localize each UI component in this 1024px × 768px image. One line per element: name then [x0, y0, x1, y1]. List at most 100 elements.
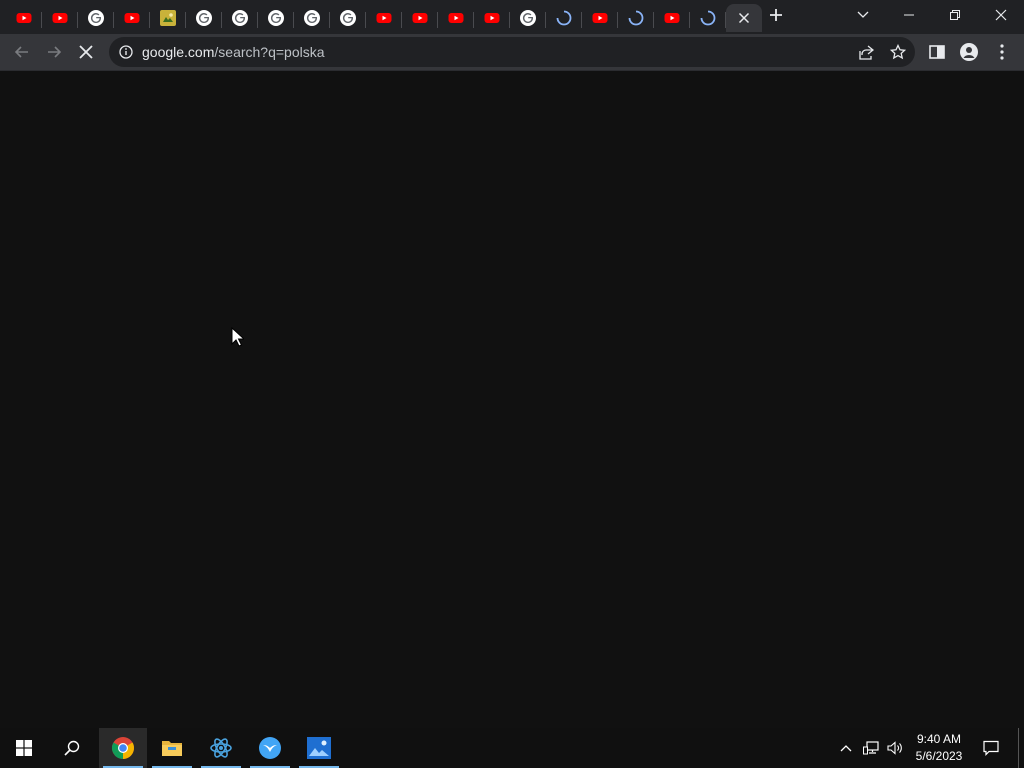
browser-tab[interactable]	[78, 4, 114, 32]
browser-tab[interactable]	[510, 4, 546, 32]
search-icon	[64, 740, 80, 756]
browser-tab[interactable]	[474, 4, 510, 32]
taskbar-app-file-explorer[interactable]	[148, 728, 196, 768]
profile-button[interactable]	[955, 38, 983, 66]
taskbar-app-bird-app[interactable]	[246, 728, 294, 768]
loading-spinner-icon	[700, 10, 716, 26]
youtube-icon	[16, 10, 32, 26]
mouse-cursor-icon	[231, 327, 244, 347]
google-icon	[304, 10, 320, 26]
address-bar[interactable]: google.com/search?q=polska	[109, 37, 915, 67]
share-icon[interactable]	[858, 45, 874, 60]
browser-tab[interactable]	[294, 4, 330, 32]
close-window-button[interactable]	[978, 0, 1024, 30]
browser-tab[interactable]	[186, 4, 222, 32]
loading-spinner-icon	[628, 10, 644, 26]
browser-tab[interactable]	[618, 4, 654, 32]
new-tab-button[interactable]	[756, 0, 796, 30]
browser-tab[interactable]	[258, 4, 294, 32]
tab-search-button[interactable]	[840, 0, 886, 30]
network-button[interactable]	[860, 728, 882, 768]
close-icon	[995, 9, 1007, 21]
browser-tab[interactable]	[546, 4, 582, 32]
restore-icon	[950, 10, 960, 20]
restore-button[interactable]	[932, 0, 978, 30]
electron-app-icon	[209, 736, 233, 760]
side-panel-icon	[929, 45, 945, 59]
close-icon[interactable]	[738, 12, 750, 24]
photos-icon	[307, 737, 331, 759]
browser-tab[interactable]	[402, 4, 438, 32]
speaker-icon	[887, 741, 902, 755]
youtube-icon	[448, 10, 464, 26]
avatar-icon	[960, 43, 978, 61]
browser-tab[interactable]	[366, 4, 402, 32]
browser-tab[interactable]	[42, 4, 78, 32]
browser-tab[interactable]	[438, 4, 474, 32]
bookmark-star-icon[interactable]	[890, 44, 906, 60]
close-icon	[79, 45, 93, 59]
browser-tab[interactable]	[114, 4, 150, 32]
side-panel-button[interactable]	[923, 38, 951, 66]
network-icon	[863, 741, 879, 755]
more-vert-icon	[1000, 44, 1004, 60]
google-icon	[196, 10, 212, 26]
chrome-icon	[111, 736, 135, 760]
chevron-down-icon	[857, 11, 869, 18]
chevron-up-icon	[840, 745, 852, 752]
youtube-icon	[412, 10, 428, 26]
forward-button[interactable]	[40, 38, 68, 66]
system-clock[interactable]: 9:40 AM 5/6/2023	[905, 731, 973, 767]
arrow-right-icon	[48, 46, 62, 58]
browser-tab[interactable]	[6, 4, 42, 32]
browser-tab[interactable]	[330, 4, 366, 32]
url-host: google.com	[142, 44, 215, 60]
minimize-icon	[904, 14, 914, 16]
arrow-left-icon	[14, 46, 28, 58]
info-icon	[119, 45, 133, 59]
taskbar-app-photos[interactable]	[295, 728, 343, 768]
loading-spinner-icon	[556, 10, 572, 26]
file-explorer-icon	[161, 738, 183, 758]
notification-icon	[983, 740, 999, 756]
clock-date: 5/6/2023	[915, 749, 963, 763]
browser-tab[interactable]	[150, 4, 186, 32]
taskbar-app-electron-app[interactable]	[197, 728, 245, 768]
browser-tab[interactable]	[222, 4, 258, 32]
image-favicon-icon	[160, 10, 176, 26]
plus-icon	[770, 9, 782, 21]
youtube-icon	[592, 10, 608, 26]
taskbar: 9:40 AM 5/6/2023	[0, 728, 1024, 768]
stop-loading-button[interactable]	[72, 38, 100, 66]
youtube-icon	[664, 10, 680, 26]
url-path: /search?q=polska	[214, 44, 325, 60]
page-content	[0, 71, 1024, 728]
youtube-icon	[52, 10, 68, 26]
google-icon	[88, 10, 104, 26]
show-hidden-icons-button[interactable]	[836, 728, 856, 768]
volume-button[interactable]	[884, 728, 906, 768]
google-icon	[232, 10, 248, 26]
menu-button[interactable]	[988, 38, 1016, 66]
browser-tab[interactable]	[654, 4, 690, 32]
browser-tab[interactable]	[690, 4, 726, 32]
action-center-button[interactable]	[976, 728, 1006, 768]
search-button[interactable]	[48, 728, 96, 768]
taskbar-app-chrome[interactable]	[99, 728, 147, 768]
clock-time: 9:40 AM	[916, 732, 962, 746]
google-icon	[340, 10, 356, 26]
start-button[interactable]	[0, 728, 48, 768]
minimize-button[interactable]	[886, 0, 932, 30]
google-icon	[520, 10, 536, 26]
google-icon	[268, 10, 284, 26]
browser-tab[interactable]	[582, 4, 618, 32]
browser-toolbar: google.com/search?q=polska	[0, 34, 1024, 71]
youtube-icon	[376, 10, 392, 26]
youtube-icon	[484, 10, 500, 26]
address-bar-url: google.com/search?q=polska	[142, 44, 325, 60]
tab-strip	[0, 0, 1024, 34]
back-button[interactable]	[8, 38, 36, 66]
bird-app-icon	[258, 736, 282, 760]
youtube-icon	[124, 10, 140, 26]
show-desktop-divider	[1018, 728, 1019, 768]
